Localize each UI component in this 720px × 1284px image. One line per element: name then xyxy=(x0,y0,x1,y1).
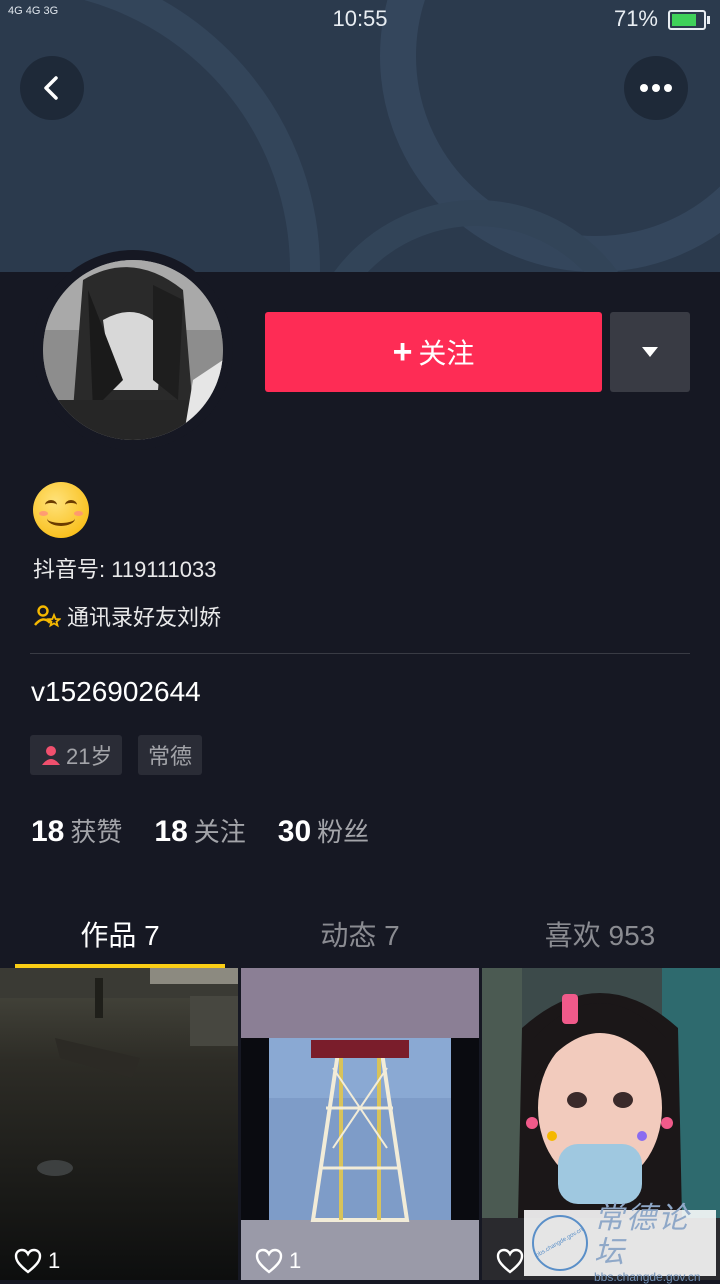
tab-works[interactable]: 作品 7 xyxy=(0,914,240,954)
stat-followers-count: 30 xyxy=(277,815,312,848)
city-tag: 常德 xyxy=(138,735,203,775)
stat-followers[interactable]: 30 粉丝 xyxy=(278,812,369,849)
heart-icon xyxy=(14,1248,42,1274)
avatar[interactable] xyxy=(43,260,223,440)
divider xyxy=(30,653,690,654)
watermark-url: bbs.changde.gov.cn xyxy=(594,1270,701,1284)
watermark-seal-text: bbs.changde.gov.cn xyxy=(535,1227,585,1259)
stat-following[interactable]: 18 关注 xyxy=(154,812,245,849)
avatar-frame xyxy=(33,250,233,450)
video-cover xyxy=(241,968,479,1280)
follow-button[interactable]: + 关注 xyxy=(265,312,602,392)
profile-header-banner xyxy=(0,0,720,272)
city-tag-label: 常德 xyxy=(148,744,193,769)
plus-icon: + xyxy=(392,333,413,371)
stat-likes-label: 获赞 xyxy=(70,817,123,847)
heart-icon xyxy=(496,1248,524,1274)
video-cover xyxy=(0,968,238,1280)
age-tag: 21岁 xyxy=(30,735,123,775)
gender-female-icon xyxy=(42,746,60,765)
stat-likes: 18 获赞 xyxy=(31,812,122,849)
video-thumbnail[interactable]: 1 xyxy=(0,968,238,1280)
profile-stats: 18 获赞 18 关注 30 粉丝 xyxy=(31,812,401,849)
avatar-photo xyxy=(43,260,223,440)
battery-icon xyxy=(668,10,710,30)
battery-percent: 71% xyxy=(613,6,658,31)
more-dots-icon xyxy=(640,84,672,92)
contact-friend-hint: 通讯录好友刘娇 xyxy=(33,600,221,632)
dropdown-triangle-icon xyxy=(642,347,658,357)
stat-followers-label: 粉丝 xyxy=(317,817,370,847)
stat-following-label: 关注 xyxy=(193,817,246,847)
friends-icon xyxy=(34,605,61,628)
content-tabs: 作品 7 动态 7 喜欢 953 xyxy=(0,900,720,964)
banner-decoration xyxy=(0,0,320,272)
video-likes-count: 1 xyxy=(289,1248,302,1273)
recommend-dropdown-button[interactable] xyxy=(610,312,690,392)
stat-following-count: 18 xyxy=(154,815,188,848)
stat-likes-count: 18 xyxy=(31,815,65,848)
watermark-seal: bbs.changde.gov.cn xyxy=(532,1215,588,1271)
douyin-id: 抖音号: 119111033 xyxy=(33,557,217,582)
tab-moments[interactable]: 动态 7 xyxy=(240,914,480,954)
nickname-emoji xyxy=(33,482,89,538)
age-tag-label: 21岁 xyxy=(66,744,113,769)
friend-hint-text: 通讯录好友刘娇 xyxy=(67,605,222,630)
bio-text: v1526902644 xyxy=(31,676,201,707)
forum-watermark: bbs.changde.gov.cn 常德论坛 bbs.changde.gov.… xyxy=(524,1202,716,1284)
video-thumbnail[interactable]: 1 xyxy=(241,968,479,1280)
clock: 10:55 xyxy=(332,6,388,31)
video-likes: 1 xyxy=(255,1248,301,1274)
back-arrow-icon xyxy=(44,76,58,100)
video-likes: 1 xyxy=(14,1248,60,1274)
watermark-title: 常德论坛 xyxy=(594,1201,690,1270)
more-button[interactable] xyxy=(624,56,688,120)
video-likes-count: 1 xyxy=(48,1248,61,1273)
status-bar: 4G 4G 3G 10:55 71% xyxy=(0,0,720,40)
back-button[interactable] xyxy=(20,56,84,120)
heart-icon xyxy=(255,1248,283,1274)
tab-likes[interactable]: 喜欢 953 xyxy=(480,914,720,954)
follow-button-label: 关注 xyxy=(418,338,475,369)
